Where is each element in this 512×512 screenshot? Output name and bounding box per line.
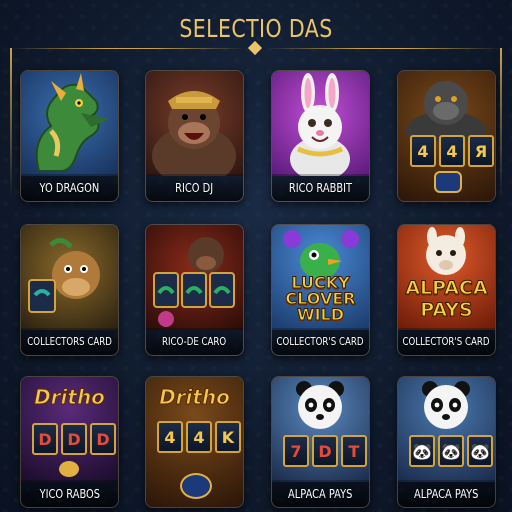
frame-right-edge <box>500 48 502 198</box>
gorilla-slot-icon <box>146 225 243 330</box>
reel-symbol: 4 <box>186 421 212 453</box>
game-card-dritho-slots[interactable]: Dritho 4 4 K <box>145 376 244 508</box>
reel-symbol: D <box>32 423 58 455</box>
game-logo-text: Dritho <box>159 385 231 409</box>
reel-symbol: K <box>215 421 241 453</box>
game-title: YO DRAGON <box>39 180 100 195</box>
gorilla-slot-icon: 4 4 Я <box>398 71 495 201</box>
game-title: RICO-DE CARO <box>162 335 227 348</box>
coin-icon <box>434 171 462 193</box>
reel-symbol: D <box>61 423 87 455</box>
game-title: RICO RABBIT <box>288 180 353 195</box>
game-title: YICO RABOS <box>39 486 100 501</box>
game-card-rico-de-caro[interactable]: RICO-DE CARO <box>145 224 244 356</box>
game-title: ALPACA PAYS <box>414 486 479 501</box>
game-card-rico-dj[interactable]: RICO DJ <box>145 70 244 202</box>
slot-reels: 4 4 Я <box>410 135 494 167</box>
coin-icon <box>59 461 79 477</box>
panda-icon: 7 D T <box>272 377 369 482</box>
gorilla-icon <box>146 71 243 186</box>
slot-machine-icon: Dritho D D D <box>21 377 118 482</box>
game-card-alpaca-pays-panda-1[interactable]: 7 D T ALPACA PAYS <box>271 376 370 508</box>
slot-reels: 4 4 K <box>157 421 241 453</box>
slot-reels: D D D <box>32 423 116 455</box>
game-card-collectors-card-1[interactable]: COLLECTORS CARD <box>20 224 119 356</box>
card-label-bar: RICO-DE CARO <box>146 328 243 355</box>
game-title: ALPACA PAYS <box>288 486 353 501</box>
reel-symbol: T <box>341 435 367 467</box>
creature-slot-icon <box>21 225 118 330</box>
game-card-alpaca-pays[interactable]: ALPACA PAYS COLLECTOR'S CARD <box>397 224 496 356</box>
game-card-alpaca-pays-panda-2[interactable]: 🐼 🐼 🐼 ALPACA PAYS <box>397 376 496 508</box>
card-label-bar: RICO RABBIT <box>272 174 369 201</box>
reel-symbol: Я <box>468 135 494 167</box>
card-label-bar: ALPACA PAYS <box>272 480 369 507</box>
reel-symbol: 4 <box>410 135 436 167</box>
card-label-bar: RICO DJ <box>146 174 243 201</box>
game-card-yo-dragon[interactable]: YO DRAGON <box>20 70 119 202</box>
reel-symbol: 4 <box>439 135 465 167</box>
header: SELECTIO DAS <box>0 0 512 58</box>
game-logo-text: LUCKY CLOVER WILD <box>272 274 369 324</box>
reel-symbol: D <box>312 435 338 467</box>
slot-reels: 🐼 🐼 🐼 <box>409 435 493 467</box>
game-title: COLLECTOR'S CARD <box>403 335 490 348</box>
card-label-bar: ALPACA PAYS <box>398 480 495 507</box>
logo-line: WILD <box>296 305 345 324</box>
rabbit-icon <box>272 71 369 181</box>
panda-symbol-icon: 🐼 <box>438 435 464 467</box>
slot-reels: 7 D T <box>283 435 367 467</box>
game-logo-text: ALPACA PAYS <box>398 277 495 321</box>
reel-symbol: D <box>90 423 116 455</box>
dragon-icon <box>21 71 118 176</box>
game-card-rico-rabbit[interactable]: RICO RABBIT <box>271 70 370 202</box>
game-card-lucky-clover-wild[interactable]: LUCKY CLOVER WILD COLLECTOR'S CARD <box>271 224 370 356</box>
frame-left-edge <box>10 48 12 198</box>
logo-line: ALPACA <box>405 277 488 299</box>
slot-machine-icon: Dritho 4 4 K <box>146 377 243 507</box>
game-title: RICO DJ <box>175 180 214 195</box>
panda-symbol-icon: 🐼 <box>409 435 435 467</box>
card-label-bar: COLLECTOR'S CARD <box>398 328 495 355</box>
game-title: COLLECTORS CARD <box>27 335 112 348</box>
page-title: SELECTIO DAS <box>179 14 333 43</box>
card-label-bar: YICO RABOS <box>21 480 118 507</box>
panda-icon: 🐼 🐼 🐼 <box>398 377 495 482</box>
game-logo-text: Dritho <box>34 385 106 409</box>
game-title: COLLECTOR'S CARD <box>277 335 364 348</box>
logo-line: PAYS <box>420 299 474 321</box>
reel-symbol: 4 <box>157 421 183 453</box>
panda-symbol-icon: 🐼 <box>467 435 493 467</box>
card-label-bar: COLLECTOR'S CARD <box>272 328 369 355</box>
reel-symbol: 7 <box>283 435 309 467</box>
header-divider-left <box>10 48 246 49</box>
alpaca-icon: ALPACA PAYS <box>398 225 495 330</box>
coin-icon <box>180 473 212 499</box>
bird-icon: LUCKY CLOVER WILD <box>272 225 369 330</box>
game-card-yico-rabos[interactable]: Dritho D D D YICO RABOS <box>20 376 119 508</box>
card-label-bar: COLLECTORS CARD <box>21 328 118 355</box>
header-divider-right <box>266 48 502 49</box>
header-ornament <box>247 40 263 56</box>
game-card-gorilla-slots[interactable]: 4 4 Я <box>397 70 496 202</box>
card-label-bar: YO DRAGON <box>21 174 118 201</box>
